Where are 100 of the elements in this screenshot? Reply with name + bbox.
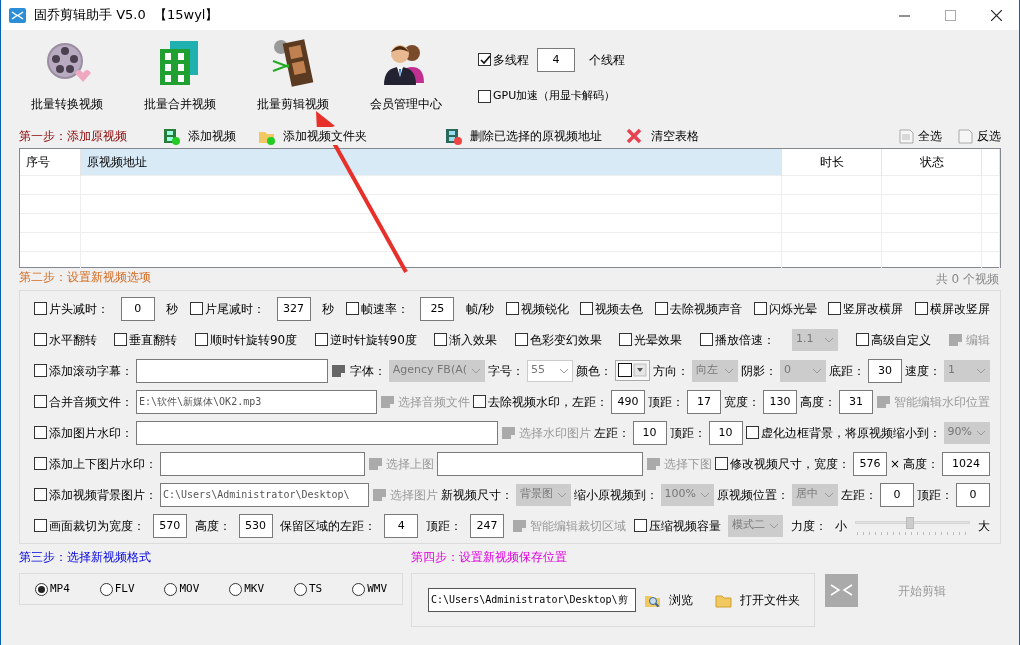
number-field[interactable]: 4: [384, 513, 419, 538]
checkbox[interactable]: 播放倍速：: [699, 330, 775, 349]
caret-icon: [559, 366, 569, 375]
checkbox[interactable]: 画面裁切为宽度：: [34, 516, 145, 535]
checkbox[interactable]: GPU加速（用显卡解码）: [478, 87, 625, 105]
checkbox[interactable]: 去除视频水印，左距：: [473, 392, 608, 411]
checkbox[interactable]: 横屏改竖屏: [914, 299, 990, 318]
checkbox[interactable]: 顺时针旋转90度: [194, 330, 298, 349]
text-field[interactable]: [136, 420, 498, 445]
caret-icon: [471, 366, 481, 375]
checkmark-icon: [479, 54, 490, 66]
dropdown[interactable]: 55: [527, 359, 573, 382]
option-label: 底距：: [829, 362, 865, 380]
caret-icon: [824, 490, 834, 499]
number-field[interactable]: 576: [852, 451, 887, 476]
number-field[interactable]: 30: [868, 358, 902, 383]
checkbox[interactable]: 渐入效果: [434, 330, 498, 349]
open-folder-button[interactable]: 打开文件夹: [715, 591, 800, 609]
text-field[interactable]: [437, 451, 643, 476]
text-field[interactable]: [136, 358, 328, 383]
color-picker[interactable]: [615, 360, 650, 381]
checkbox[interactable]: 虚化边框背景，将原视频缩小到：: [745, 423, 941, 442]
checkbox[interactable]: 帧速率：: [345, 299, 409, 318]
checkbox[interactable]: 片头减时：: [34, 299, 109, 318]
format-radio[interactable]: FLV: [99, 580, 135, 598]
checkbox[interactable]: 去除视频声音: [654, 299, 742, 318]
checkbox[interactable]: 添加滚动字幕：: [34, 361, 133, 380]
toolbar-action[interactable]: 添加视频文件夹: [258, 127, 367, 145]
number-field[interactable]: 0: [956, 482, 990, 507]
square-icon: [380, 393, 396, 410]
toolbar-button[interactable]: 会员管理中心: [350, 39, 462, 113]
save-path-field[interactable]: C:\Users\Administrator\Desktop\剪: [428, 588, 636, 612]
select-all-button[interactable]: 全选: [899, 127, 942, 145]
number-field[interactable]: 0: [120, 296, 155, 321]
number-field[interactable]: 10: [708, 420, 743, 445]
number-field[interactable]: 25: [420, 296, 455, 321]
checkbox[interactable]: 视频锐化: [505, 299, 569, 318]
number-field[interactable]: 530: [238, 513, 273, 538]
option-label: 大: [977, 517, 990, 535]
number-field[interactable]: 1024: [942, 451, 990, 476]
checkbox[interactable]: 水平翻转: [34, 330, 97, 349]
number-field[interactable]: 10: [632, 420, 667, 445]
thread-count-field[interactable]: 4: [537, 47, 575, 72]
checkbox[interactable]: 添加图片水印：: [34, 423, 133, 442]
toolbar-button[interactable]: 批量剪辑视频: [237, 39, 349, 113]
option-button[interactable]: [330, 362, 347, 379]
checkbox[interactable]: 逆时针旋转90度: [314, 330, 417, 349]
checkbox[interactable]: 色彩变幻效果: [514, 330, 602, 349]
format-radio[interactable]: MKV: [229, 580, 265, 598]
number-field[interactable]: 490: [611, 389, 645, 414]
column-header[interactable]: 状态: [881, 149, 982, 175]
number-field[interactable]: 247: [469, 513, 504, 538]
format-radio[interactable]: MP4: [34, 580, 70, 598]
caret-icon: [700, 490, 710, 499]
checkbox[interactable]: 高级自定义: [855, 330, 931, 349]
toolbar-button[interactable]: 批量合并视频: [124, 39, 236, 113]
toolbar-action[interactable]: 添加视频: [163, 127, 236, 145]
checkbox[interactable]: 修改视频尺寸，宽度：: [714, 454, 850, 473]
option-label: 秒: [166, 300, 179, 318]
browse-button[interactable]: 浏览: [644, 591, 693, 609]
checkbox[interactable]: 竖屏改横屏: [828, 299, 904, 318]
invert-selection-button[interactable]: 反选: [958, 127, 1001, 145]
toolbar-button[interactable]: 批量转换视频: [11, 39, 123, 113]
number-field[interactable]: 0: [880, 482, 914, 507]
step-title: 第二步：设置新视频选项: [19, 269, 151, 286]
slider-track[interactable]: [854, 516, 970, 535]
text-field[interactable]: [160, 451, 366, 476]
checkbox[interactable]: 多线程: [478, 50, 529, 69]
number-field[interactable]: 327: [276, 296, 311, 321]
checkbox[interactable]: 垂直翻转: [114, 330, 178, 349]
option-label: 左距：: [593, 424, 630, 442]
format-radio[interactable]: MOV: [164, 580, 200, 598]
step-title: 第三步：选择新视频格式: [19, 549, 152, 566]
slider-thumb[interactable]: [906, 516, 915, 529]
number-field[interactable]: 17: [687, 389, 721, 414]
checkbox[interactable]: 片尾减时：: [189, 299, 265, 318]
checkbox[interactable]: 添加上下图片水印：: [34, 454, 157, 473]
checkbox[interactable]: 视频去色: [580, 299, 644, 318]
format-radio[interactable]: WMV: [352, 580, 387, 598]
checkbox[interactable]: 压缩视频容量: [633, 516, 721, 535]
column-header[interactable]: 序号: [20, 149, 80, 175]
number-field[interactable]: 31: [839, 389, 873, 414]
option-label: 字体：: [349, 362, 386, 380]
option-label: 高度：: [903, 455, 939, 473]
number-field[interactable]: 130: [763, 389, 797, 414]
option-label: 秒: [322, 300, 335, 318]
toolbar-action[interactable]: 删除已选择的原视频地址: [445, 127, 602, 145]
number-field[interactable]: 570: [152, 513, 187, 538]
column-header[interactable]: 原视频地址: [80, 149, 782, 175]
film-icon: [445, 127, 462, 145]
column-header[interactable]: 时长: [781, 149, 882, 175]
checkbox[interactable]: 合并音频文件：: [34, 392, 133, 411]
checkbox[interactable]: 光晕效果: [619, 330, 683, 349]
checkbox[interactable]: 闪烁光晕: [753, 299, 817, 318]
format-radio[interactable]: TS: [294, 580, 323, 598]
document-icon: [899, 128, 914, 144]
checkbox[interactable]: 添加视频背景图片：: [34, 485, 157, 504]
toolbar-action[interactable]: 清空表格: [626, 127, 699, 145]
option-label: 宽度：: [724, 393, 760, 411]
caret-icon: [724, 366, 734, 375]
